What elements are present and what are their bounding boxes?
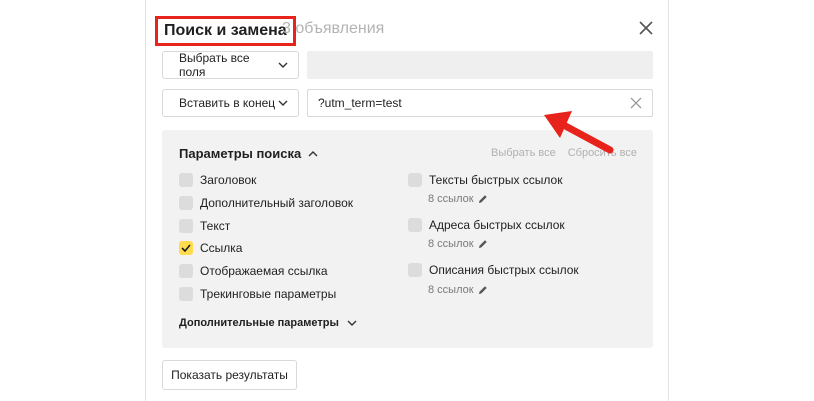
link-count: 8 ссылок: [428, 284, 474, 296]
option-sitelink-texts[interactable]: Тексты быстрых ссылок: [408, 173, 562, 187]
search-params-title: Параметры поиска: [179, 146, 302, 161]
chevron-down-icon: [278, 62, 288, 68]
option-label: Текст: [200, 219, 231, 233]
option-display-link[interactable]: Отображаемая ссылка: [179, 264, 328, 278]
checkbox[interactable]: [179, 173, 193, 187]
pencil-icon: [478, 195, 487, 203]
sitelink-texts-count[interactable]: 8 ссылок: [428, 193, 488, 205]
option-label: Тексты быстрых ссылок: [429, 173, 563, 187]
checkbox[interactable]: [408, 218, 422, 232]
link-count: 8 ссылок: [428, 238, 474, 250]
show-results-button[interactable]: Показать результаты: [162, 360, 297, 390]
checkbox[interactable]: [179, 287, 193, 301]
title-highlight-box: Поиск и замена: [155, 16, 296, 46]
checkbox-checked[interactable]: [179, 241, 193, 255]
dialog-subtitle: 3 объявления: [282, 20, 385, 37]
mode-select-value: Вставить в конец: [179, 96, 276, 110]
mode-select[interactable]: Вставить в конец: [162, 89, 299, 117]
dialog-title: Поиск и замена: [164, 22, 287, 39]
close-button[interactable]: [634, 16, 658, 40]
option-tracking-params[interactable]: Трекинговые параметры: [179, 287, 336, 301]
pencil-icon: [478, 286, 487, 294]
search-params-panel: Параметры поиска Выбрать все Сбросить вс…: [162, 130, 653, 348]
search-replace-dialog: Поиск и замена 3 объявления Выбрать все …: [145, 0, 669, 401]
checkbox[interactable]: [408, 173, 422, 187]
sitelink-urls-count[interactable]: 8 ссылок: [428, 238, 488, 250]
option-extra-title[interactable]: Дополнительный заголовок: [179, 196, 353, 210]
more-params-label: Дополнительные параметры: [179, 317, 339, 329]
option-label: Трекинговые параметры: [200, 287, 337, 301]
more-params-toggle[interactable]: Дополнительные параметры: [179, 317, 357, 329]
link-count: 8 ссылок: [428, 193, 474, 205]
checkbox[interactable]: [408, 263, 422, 277]
option-title[interactable]: Заголовок: [179, 173, 256, 187]
option-link[interactable]: Ссылка: [179, 241, 242, 255]
clear-icon[interactable]: [630, 97, 642, 109]
option-label: Дополнительный заголовок: [200, 196, 354, 210]
checkmark-icon: [181, 244, 191, 252]
chevron-down-icon: [347, 320, 357, 326]
sitelink-descriptions-count[interactable]: 8 ссылок: [428, 284, 488, 296]
pencil-icon: [478, 240, 487, 248]
chevron-up-icon: [308, 150, 318, 156]
checkbox[interactable]: [179, 219, 193, 233]
option-text[interactable]: Текст: [179, 219, 230, 233]
annotation-arrow-icon: [544, 111, 614, 154]
search-params-toggle[interactable]: Параметры поиска: [179, 146, 318, 161]
close-icon: [639, 21, 653, 35]
fields-select-value: Выбрать все поля: [179, 51, 250, 79]
disabled-find-field: [307, 51, 653, 79]
chevron-down-icon: [278, 100, 288, 106]
option-label: Ссылка: [200, 241, 243, 255]
option-label: Отображаемая ссылка: [200, 264, 328, 278]
checkbox[interactable]: [179, 264, 193, 278]
fields-select[interactable]: Выбрать все поля: [162, 51, 299, 79]
option-sitelink-descriptions[interactable]: Описания быстрых ссылок: [408, 263, 579, 277]
checkbox[interactable]: [179, 196, 193, 210]
option-label: Адреса быстрых ссылок: [429, 218, 565, 232]
option-label: Заголовок: [200, 173, 257, 187]
option-sitelink-urls[interactable]: Адреса быстрых ссылок: [408, 218, 565, 232]
option-label: Описания быстрых ссылок: [429, 263, 579, 277]
